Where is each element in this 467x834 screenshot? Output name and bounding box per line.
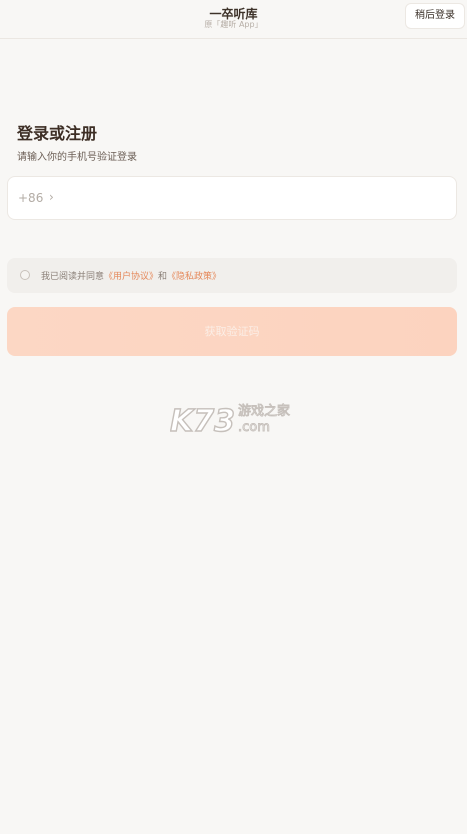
- app-subtitle: 原「趣听 App」: [204, 20, 263, 29]
- login-hint: 请输入你的手机号验证登录: [17, 152, 137, 163]
- phone-field[interactable]: +86 ›: [7, 176, 457, 220]
- chevron-right-icon[interactable]: ›: [49, 190, 54, 204]
- user-agreement-link[interactable]: 《用户协议》: [104, 272, 158, 282]
- agreement-conjunction: 和: [158, 272, 168, 282]
- get-code-button[interactable]: 获取验证码: [7, 307, 457, 356]
- agreement-text: 我已阅读并同意《用户协议》和《隐私政策》: [41, 269, 221, 282]
- login-later-button[interactable]: 稍后登录: [405, 3, 465, 29]
- k73-watermark-logo: K73 游戏之家 .com: [170, 403, 290, 436]
- watermark-domain: .com: [238, 420, 270, 435]
- country-code-selector[interactable]: +86: [18, 191, 43, 205]
- privacy-policy-link[interactable]: 《隐私政策》: [167, 272, 221, 282]
- agreement-row: 我已阅读并同意《用户协议》和《隐私政策》: [7, 258, 457, 293]
- agreement-prefix: 我已阅读并同意: [41, 272, 105, 282]
- watermark-logo-text: K73: [170, 404, 235, 436]
- phone-input[interactable]: [70, 185, 450, 213]
- page-title: 登录或注册: [17, 124, 98, 143]
- agreement-radio[interactable]: [20, 270, 30, 280]
- watermark-site-name: 游戏之家: [238, 403, 290, 419]
- top-bar: 一卒听库 原「趣听 App」 稍后登录: [0, 0, 467, 39]
